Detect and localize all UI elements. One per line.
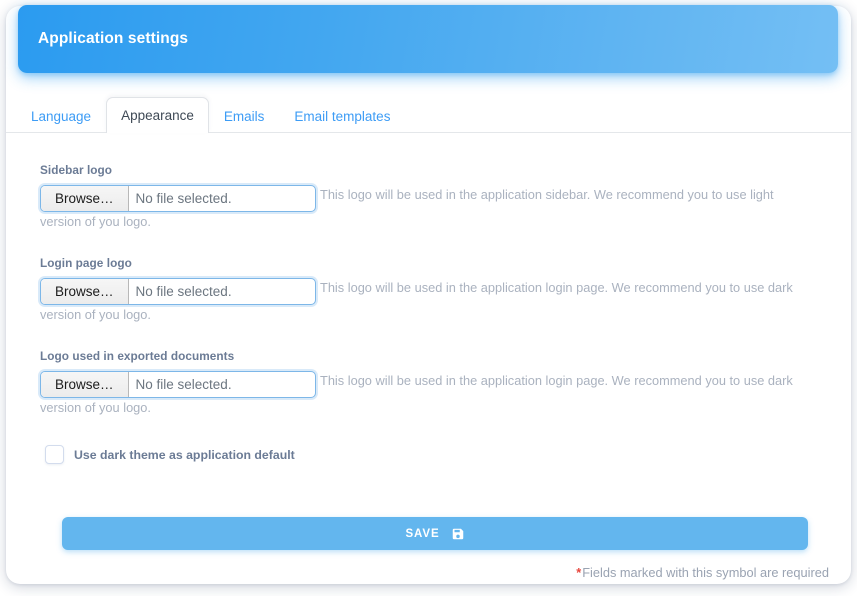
tab-emails[interactable]: Emails [209,100,280,134]
save-button[interactable]: SAVE [62,517,808,550]
login-page-logo-browse-button[interactable]: Browse… [41,278,129,304]
required-asterisk: * [576,565,582,580]
login-page-logo-file-name: No file selected. [135,283,232,299]
tab-bar: Language Appearance Emails Email templat… [6,92,851,133]
required-note-text: Fields marked with this symbol are requi… [582,565,829,580]
settings-card: Application settings Language Appearance… [6,5,851,584]
label-login-page-logo: Login page logo [40,255,132,270]
form-group-exported-documents-logo: Logo used in exported documents Browse… N… [40,349,817,418]
tab-email-templates[interactable]: Email templates [279,100,405,134]
label-exported-documents-logo: Logo used in exported documents [40,348,235,363]
tab-appearance[interactable]: Appearance [106,96,209,133]
form-group-sidebar-logo: Sidebar logo Browse… No file selected. Th… [40,163,817,232]
dark-theme-checkbox-row[interactable]: Use dark theme as application default [40,445,817,465]
required-fields-note: *Fields marked with this symbol are requ… [576,565,829,580]
app-settings-page: Application settings Language Appearance… [0,0,857,596]
form-group-login-page-logo: Login page logo Browse… No file selected.… [40,256,817,325]
page-title: Application settings [38,30,189,47]
card-header: Application settings [18,5,838,73]
dark-theme-checkbox[interactable] [45,445,64,465]
field-row-sidebar-logo: Browse… No file selected. This logo will … [40,185,817,232]
field-row-exported-documents-logo: Browse… No file selected. This logo will … [40,370,817,418]
dark-theme-checkbox-label[interactable]: Use dark theme as application default [74,448,295,462]
exported-documents-logo-file-input[interactable]: Browse… No file selected. [40,370,316,398]
sidebar-logo-browse-button[interactable]: Browse… [41,186,129,211]
save-floppy-icon [451,527,465,541]
login-page-logo-file-input[interactable]: Browse… No file selected. [40,277,316,305]
field-row-login-page-logo: Browse… No file selected. This logo will … [40,277,817,325]
save-button-label: SAVE [405,527,440,540]
exported-documents-logo-browse-button[interactable]: Browse… [41,371,129,397]
appearance-form: Sidebar logo Browse… No file selected. Th… [6,133,851,580]
tab-language[interactable]: Language [16,100,106,134]
label-sidebar-logo: Sidebar logo [40,163,113,177]
sidebar-logo-file-input[interactable]: Browse… No file selected. [40,185,316,212]
sidebar-logo-file-name: No file selected. [135,191,232,206]
exported-documents-logo-file-name: No file selected. [135,376,232,392]
